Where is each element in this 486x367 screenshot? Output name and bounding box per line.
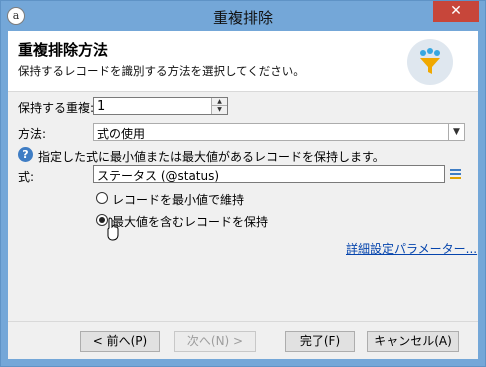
expression-field[interactable]: ステータス (@status) <box>93 165 445 183</box>
stepper-up-icon[interactable]: ▲ <box>212 98 227 106</box>
chevron-down-icon[interactable]: ▼ <box>448 124 464 140</box>
mouse-cursor-icon <box>106 217 120 241</box>
keep-duplicates-value[interactable]: 1 <box>97 99 105 114</box>
page-title: 重複排除方法 <box>18 41 109 59</box>
expression-label: 式: <box>18 170 35 184</box>
method-label: 方法: <box>18 127 47 141</box>
next-button[interactable]: 次へ(N) > <box>174 331 256 352</box>
cancel-button[interactable]: キャンセル(A) <box>367 331 459 352</box>
back-button[interactable]: < 前へ(P) <box>80 331 160 352</box>
funnel-filter-icon <box>407 39 453 85</box>
window-title: 重複排除 <box>212 9 273 27</box>
dialog-window: a 重複排除 ✕ 重複排除方法 保持するレコードを識別する方法を選択してください… <box>0 0 486 367</box>
expression-editor-icon[interactable] <box>448 166 463 181</box>
keep-duplicates-stepper[interactable]: 1 ▲ ▼ <box>93 97 228 115</box>
expression-value: ステータス (@status) <box>97 169 220 183</box>
keep-duplicates-label: 保持する重複: <box>18 101 95 115</box>
finish-button[interactable]: 完了(F) <box>285 331 355 352</box>
footer-divider <box>8 321 478 322</box>
radio-min-button[interactable] <box>96 192 108 204</box>
radio-min-label[interactable]: レコードを最小値で維持 <box>112 191 244 208</box>
page-subtitle: 保持するレコードを識別する方法を選択してください。 <box>18 64 305 78</box>
stepper-down-icon[interactable]: ▼ <box>212 106 227 114</box>
advanced-parameters-link[interactable]: 詳細設定パラメーター... <box>346 240 477 257</box>
method-select-value: 式の使用 <box>97 127 146 141</box>
info-text: 指定した式に最小値または最大値があるレコードを保持します。 <box>38 150 385 164</box>
help-icon: ? <box>18 147 33 162</box>
stepper-buttons: ▲ ▼ <box>211 98 227 114</box>
close-button[interactable]: ✕ <box>433 1 479 22</box>
radio-max-label[interactable]: 最大値を含むレコードを保持 <box>112 213 268 230</box>
method-select[interactable]: 式の使用 ▼ <box>93 123 465 141</box>
wizard-header: 重複排除方法 保持するレコードを識別する方法を選択してください。 <box>8 31 478 92</box>
dialog-client: 重複排除方法 保持するレコードを識別する方法を選択してください。 保持する重複:… <box>8 31 478 359</box>
title-bar[interactable]: a 重複排除 ✕ <box>1 1 485 31</box>
